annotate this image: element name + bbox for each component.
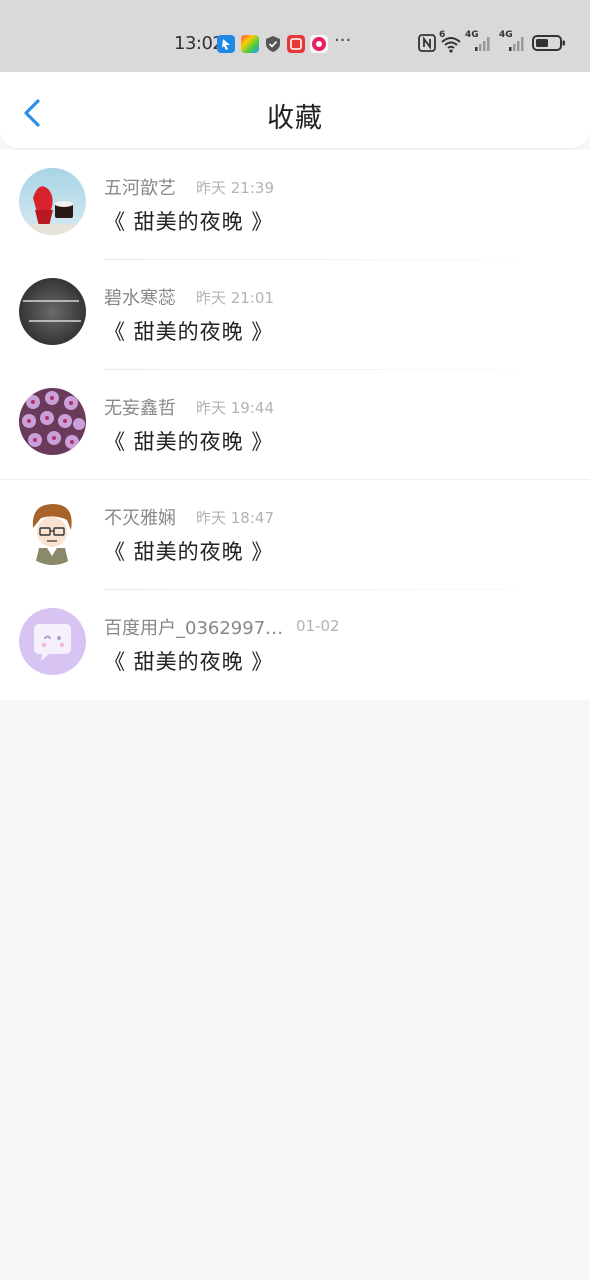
item-content[interactable]: 《 甜美的夜晚 》 — [104, 206, 273, 236]
user-name[interactable]: 五河歆艺 — [104, 174, 176, 200]
user-name[interactable]: 碧水寒蕊 — [104, 284, 176, 310]
avatar[interactable] — [19, 608, 86, 675]
app-notification-icon — [241, 35, 259, 53]
list-item[interactable]: 百度用户_03629979… 01-02 《 甜美的夜晚 》 — [0, 590, 590, 700]
app-notification-icon — [287, 35, 305, 53]
item-time: 昨天 21:01 — [196, 289, 274, 307]
favorites-list: 五河歆艺 昨天 21:39 《 甜美的夜晚 》 碧水寒蕊 昨天 21:01 《 … — [0, 150, 590, 700]
avatar[interactable] — [19, 498, 86, 565]
app-notification-icon — [310, 35, 328, 53]
list-item[interactable]: 不灭雅娴 昨天 18:47 《 甜美的夜晚 》 — [0, 480, 590, 590]
avatar[interactable] — [19, 168, 86, 235]
overflow-dots-icon: ··· — [334, 30, 352, 51]
chat-bubble-icon — [19, 608, 86, 675]
item-content[interactable]: 《 甜美的夜晚 》 — [104, 646, 273, 676]
list-item[interactable]: 碧水寒蕊 昨天 21:01 《 甜美的夜晚 》 — [0, 260, 590, 370]
signal-icon — [474, 33, 492, 53]
status-time: 13:02 — [174, 33, 224, 54]
page-header: 收藏 — [0, 72, 590, 148]
wifi-6-label: 6 — [439, 30, 446, 40]
item-content[interactable]: 《 甜美的夜晚 》 — [104, 426, 273, 456]
status-bar: 13:02 ··· 6 4G 4G — [0, 0, 590, 72]
app-notification-icon — [217, 35, 235, 53]
item-time: 昨天 21:39 — [196, 179, 274, 197]
nfc-icon — [418, 33, 436, 53]
battery-icon — [532, 33, 566, 53]
avatar[interactable] — [19, 388, 86, 455]
user-name[interactable]: 百度用户_03629979… — [104, 614, 284, 640]
item-time: 昨天 19:44 — [196, 399, 274, 417]
page-title: 收藏 — [267, 103, 323, 134]
item-content[interactable]: 《 甜美的夜晚 》 — [104, 536, 273, 566]
list-item[interactable]: 无妄鑫哲 昨天 19:44 《 甜美的夜晚 》 — [0, 370, 590, 480]
item-time: 01-02 — [296, 617, 340, 635]
list-item[interactable]: 五河歆艺 昨天 21:39 《 甜美的夜晚 》 — [0, 150, 590, 260]
user-name[interactable]: 不灭雅娴 — [104, 504, 176, 530]
signal-icon — [508, 33, 526, 53]
item-time: 昨天 18:47 — [196, 509, 274, 527]
user-name[interactable]: 无妄鑫哲 — [104, 394, 176, 420]
shield-icon — [264, 35, 282, 53]
item-content[interactable]: 《 甜美的夜晚 》 — [104, 316, 273, 346]
avatar[interactable] — [19, 278, 86, 345]
